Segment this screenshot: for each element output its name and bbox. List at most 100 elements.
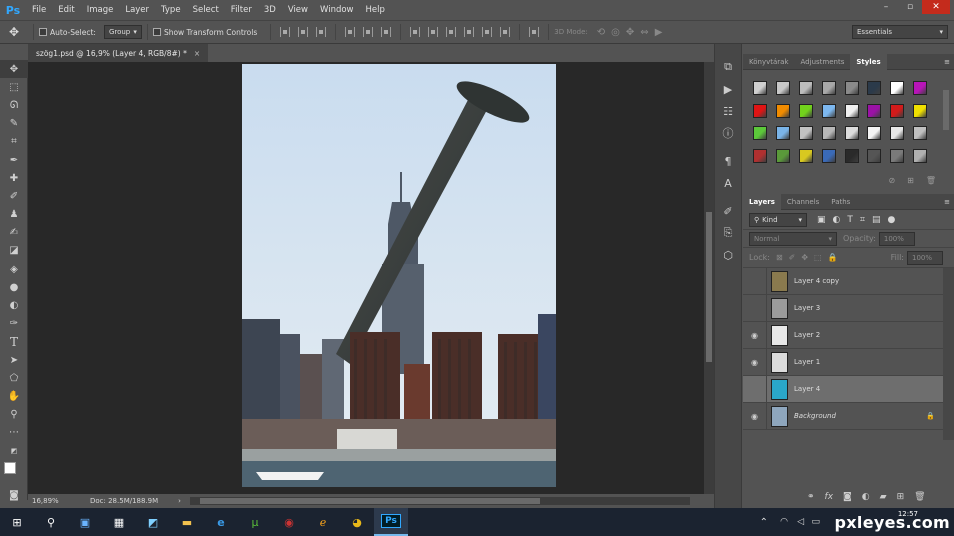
distribute-hcenter-icon[interactable] [482,27,493,37]
auto-select-checkbox[interactable] [39,28,47,36]
align-top-icon[interactable] [280,27,291,37]
layer-row[interactable]: ◉ Layer 2 [743,321,943,349]
media-icon[interactable]: ▣ [68,508,102,536]
style-swatch[interactable] [840,122,863,145]
3d-scale-icon[interactable]: ▶ [655,27,663,38]
fill-field[interactable]: 100% [907,250,943,265]
document-canvas[interactable] [242,64,556,487]
clear-style-icon[interactable]: ⊘ [888,176,895,185]
tray-chevron-icon[interactable]: ⌃ [760,517,768,528]
auto-align-icon[interactable] [529,27,540,37]
brush-settings-icon[interactable]: ✐ [715,200,741,222]
filter-smart-icon[interactable]: ▤ [872,215,881,225]
style-swatch[interactable] [772,122,795,145]
utorrent-icon[interactable]: µ [238,508,272,536]
lock-transparency-icon[interactable]: ⊠ [776,253,783,262]
visibility-eye-icon[interactable] [743,375,767,403]
auto-select-target-dropdown[interactable]: Group ▾ [103,25,142,39]
style-swatch[interactable] [909,77,932,100]
zoom-tool-icon[interactable]: ⚲ [0,406,28,424]
hand-tool-icon[interactable]: ✋ [0,387,28,405]
menu-type[interactable]: Type [155,0,187,20]
windows-icon[interactable]: ⊞ [0,508,34,536]
vertical-scrollbar[interactable] [704,62,714,494]
style-swatch[interactable] [795,100,818,123]
dodge-tool-icon[interactable]: ◐ [0,296,28,314]
3d-roll-icon[interactable]: ◎ [611,27,620,38]
mask-icon[interactable]: ◙ [843,492,852,502]
workspace-dropdown[interactable]: Essentials ▾ [852,25,948,39]
menu-layer[interactable]: Layer [119,0,155,20]
clone-source-icon[interactable]: ⎘ [715,222,741,244]
status-arrow-icon[interactable]: › [178,497,181,505]
distribute-bottom-icon[interactable] [446,27,457,37]
style-swatch[interactable] [863,77,886,100]
menu-file[interactable]: File [26,0,52,20]
style-swatch[interactable] [886,77,909,100]
style-swatch[interactable] [817,77,840,100]
history-brush-icon[interactable]: ✍ [0,224,28,242]
layers-scrollbar[interactable] [943,268,954,440]
lock-pixels-icon[interactable]: ✐ [789,253,796,262]
path-select-icon[interactable]: ➤ [0,351,28,369]
lock-all-icon[interactable]: 🔒 [828,253,838,262]
style-swatch[interactable] [909,100,932,123]
style-swatch[interactable] [886,122,909,145]
style-swatch[interactable] [749,77,772,100]
adjustment-icon[interactable]: ◐ [862,492,870,502]
properties-icon[interactable]: ☷ [715,100,741,122]
pen-tool-icon[interactable]: ✑ [0,315,28,333]
delete-style-icon[interactable]: 🗑 [926,176,936,185]
layer-row[interactable]: Layer 4 [743,375,943,403]
play-actions-icon[interactable]: ▶ [715,78,741,100]
visibility-eye-icon[interactable] [743,294,767,322]
menu-help[interactable]: Help [360,0,391,20]
horizontal-scrollbar[interactable] [190,497,690,505]
layer-row[interactable]: Layer 3 [743,294,943,322]
quick-mask-icon[interactable]: ◙ [0,486,28,504]
filter-adjustment-icon[interactable]: ◐ [833,215,841,225]
vertical-scroll-thumb[interactable] [706,212,712,362]
layer-name[interactable]: Layer 4 [794,385,820,393]
align-bottom-icon[interactable] [316,27,327,37]
show-transform-checkbox[interactable] [152,28,161,36]
move-tool-icon[interactable]: ✥ [0,25,28,39]
style-swatch[interactable] [749,100,772,123]
filter-shape-icon[interactable]: ⌗ [860,215,865,225]
notepad-icon[interactable]: ◩ [136,508,170,536]
crop-tool-icon[interactable]: ⌗ [0,133,28,151]
close-button[interactable]: ✕ [922,0,950,14]
foreground-color[interactable] [4,462,16,475]
auto-select-toggle[interactable]: Auto-Select: [39,28,96,37]
network-icon[interactable]: ◠ [780,517,788,527]
paragraph-icon[interactable]: ¶ [715,150,741,172]
layer-name[interactable]: Layer 2 [794,331,820,339]
3d-drag-icon[interactable]: ✥ [626,27,634,38]
character-icon[interactable]: A [715,172,741,194]
opacity-field[interactable]: 100% [878,231,915,246]
tab-adjustments[interactable]: Adjustments [795,54,851,70]
app-icon[interactable]: ◉ [272,508,306,536]
fx-icon[interactable]: fx [825,492,834,502]
eraser-tool-icon[interactable]: ◪ [0,242,28,260]
maximize-button[interactable]: ▫ [898,0,922,14]
layer-name[interactable]: Layer 1 [794,358,820,366]
blur-tool-icon[interactable]: ● [0,278,28,296]
default-colors-icon[interactable]: ◩ [0,442,28,460]
volume-icon[interactable]: ◁ [797,517,804,527]
show-transform-toggle[interactable]: Show Transform Controls [152,28,257,37]
lock-artboard-icon[interactable]: ⬚ [814,253,822,262]
move-tool-icon[interactable]: ✥ [0,60,28,79]
style-swatch[interactable] [817,145,840,168]
marquee-tool-icon[interactable]: ⬚ [0,78,28,96]
new-layer-icon[interactable]: ⊞ [897,492,905,502]
type-tool-icon[interactable]: T [0,333,28,351]
stamp-tool-icon[interactable]: ♟ [0,206,28,224]
lasso-tool-icon[interactable]: ᘏ [0,96,28,114]
filter-type-icon[interactable]: T [847,215,853,225]
tab-paths[interactable]: Paths [825,194,856,210]
style-swatch[interactable] [795,122,818,145]
quick-select-tool-icon[interactable]: ✎ [0,115,28,133]
horizontal-scroll-thumb[interactable] [200,498,540,504]
distribute-vcenter-icon[interactable] [428,27,439,37]
